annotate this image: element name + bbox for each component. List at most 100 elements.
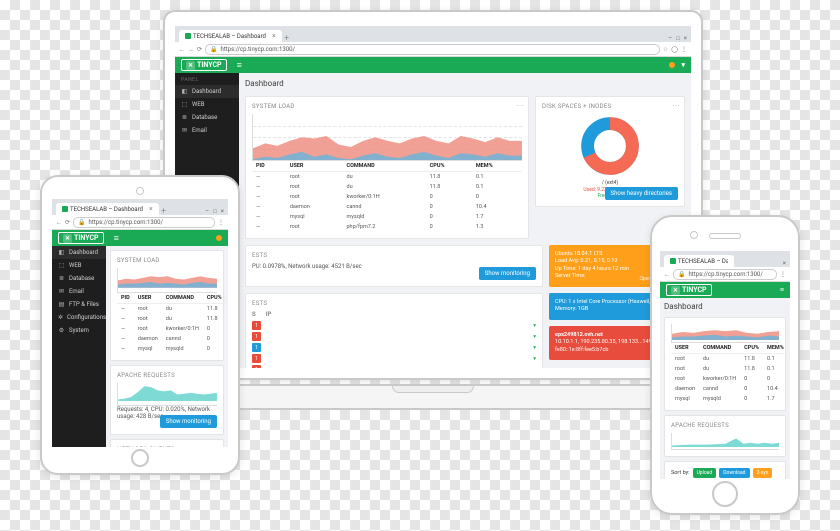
menu-icon[interactable]: ⋮ bbox=[218, 219, 224, 226]
avatar-icon[interactable]: ◯ bbox=[671, 46, 678, 53]
new-tab-button[interactable]: ＋ bbox=[282, 33, 292, 42]
address-bar[interactable]: 🔒 https://cp.tinycp.com:1300/ bbox=[673, 269, 777, 280]
window-close-icon[interactable]: × bbox=[684, 35, 687, 42]
brand-text: TINYCP bbox=[197, 61, 222, 69]
address-bar[interactable]: 🔒 https://cp.tinycp.com:1300/ bbox=[205, 44, 660, 55]
logo-icon: ✕ bbox=[671, 286, 680, 295]
sidebar-item-web[interactable]: ⬚ WEB bbox=[175, 98, 239, 111]
sidebar-item-dashboard[interactable]: ◧Dashboard bbox=[52, 246, 106, 259]
show-monitoring-button[interactable]: Show monitoring bbox=[479, 267, 536, 280]
close-tab-icon[interactable]: × bbox=[149, 205, 153, 213]
card-clients: NETWORK CLIENTS Sort by: Upload Download… bbox=[110, 439, 224, 447]
list-item[interactable]: 1▾ bbox=[252, 354, 536, 363]
reload-icon[interactable]: ⟳ bbox=[197, 46, 202, 53]
th: COMMAND bbox=[342, 161, 425, 172]
close-tab-icon[interactable]: × bbox=[272, 32, 276, 40]
brand-logo[interactable]: ✕ TINYCP bbox=[666, 284, 712, 296]
chevron-right-icon: ▾ bbox=[533, 356, 536, 362]
reload-icon[interactable]: ⟳ bbox=[65, 219, 70, 226]
sidebar-item-config[interactable]: ✲Configurations bbox=[52, 311, 106, 324]
table-row: —daemoncannd010.4 bbox=[252, 202, 522, 212]
list-item[interactable]: 1▾ bbox=[252, 321, 536, 330]
sidebar-item-dashboard[interactable]: ◧ Dashboard bbox=[175, 85, 239, 98]
window-close-icon[interactable]: × bbox=[221, 208, 224, 215]
chevron-right-icon: ▾ bbox=[533, 334, 536, 340]
brand-logo[interactable]: ✕ TINYCP bbox=[181, 59, 227, 71]
table-row: —rootkworker/0:1H00 bbox=[117, 324, 228, 334]
hamburger-icon[interactable]: ≡ bbox=[780, 286, 784, 294]
browser-tab[interactable]: TECHSEALAB – Dashboard bbox=[664, 255, 734, 267]
menu-icon[interactable]: ⋮ bbox=[780, 271, 786, 278]
page-title: Dashboard bbox=[664, 302, 786, 311]
disk-donut-chart bbox=[578, 114, 642, 178]
home-button[interactable] bbox=[131, 449, 149, 467]
sidebar-item-label: Database bbox=[69, 275, 94, 282]
chevron-right-icon: ▾ bbox=[533, 323, 536, 329]
brand-logo[interactable]: ✕ TINYCP bbox=[58, 232, 104, 244]
forward-icon[interactable]: → bbox=[188, 46, 194, 53]
window-close-icon[interactable]: × bbox=[783, 260, 786, 267]
sidebar-item-web[interactable]: ⬚WEB bbox=[52, 259, 106, 272]
tab-title: TECHSEALAB – Dashboard bbox=[193, 33, 266, 40]
sidebar-item-system[interactable]: ⚙System bbox=[52, 324, 106, 337]
card-title: ESTS bbox=[252, 300, 536, 307]
sort-download-button[interactable]: Download bbox=[719, 468, 749, 478]
hamburger-icon[interactable]: ≡ bbox=[114, 233, 119, 244]
sidebar-item-label: WEB bbox=[192, 101, 204, 108]
list-item[interactable]: 1▾ bbox=[252, 365, 536, 368]
sort-2syn-button[interactable]: 2-syn bbox=[753, 468, 773, 478]
sidebar-item-database[interactable]: ≣ Database bbox=[175, 111, 239, 124]
sidebar-item-label: Email bbox=[69, 288, 84, 295]
hamburger-icon[interactable]: ≡ bbox=[237, 60, 242, 71]
sidebar-item-label: Dashboard bbox=[192, 88, 221, 95]
card-title: APACHE REQUESTS bbox=[117, 372, 217, 379]
window-min-icon[interactable]: – bbox=[205, 208, 209, 215]
dashboard-icon: ◧ bbox=[58, 249, 65, 256]
browser-tab[interactable]: TECHSEALAB – Dashboard × bbox=[179, 30, 282, 42]
table-row: —rootkworker/0:1H00 bbox=[252, 192, 522, 202]
table-row: —rootphp/fpm7.201.3 bbox=[252, 222, 522, 232]
url-text: https://cp.tinycp.com:1300/ bbox=[688, 270, 762, 279]
process-table: PIDUSERCOMMANDCPU%MEM% —rootdu11.80.1—ro… bbox=[117, 293, 228, 354]
table-row: rootkworker/0:1H00 bbox=[671, 374, 788, 384]
card-menu-icon[interactable]: ⋯ bbox=[516, 101, 524, 110]
window-max-icon[interactable]: □ bbox=[213, 208, 217, 215]
back-icon[interactable]: ← bbox=[179, 46, 185, 53]
notification-icon[interactable] bbox=[216, 235, 222, 241]
page-title: Dashboard bbox=[245, 79, 685, 88]
sidebar-item-email[interactable]: ✉ Email bbox=[52, 285, 106, 298]
list-item[interactable]: 1▾ bbox=[252, 343, 536, 352]
card-disk: ⋯ DISK SPACES + INODES / (e bbox=[535, 96, 685, 207]
email-icon: ✉ bbox=[181, 127, 188, 134]
new-tab-button[interactable]: ＋ bbox=[159, 206, 169, 215]
address-bar[interactable]: 🔒 https://cp.tinycp.com:1300/ bbox=[73, 217, 215, 228]
sort-upload-button[interactable]: Upload bbox=[693, 468, 717, 478]
back-icon[interactable]: ← bbox=[56, 219, 62, 226]
status-badge: 1 bbox=[252, 321, 261, 330]
window-min-icon[interactable]: – bbox=[668, 35, 672, 42]
sidebar-item-email[interactable]: ✉ Email bbox=[175, 124, 239, 137]
show-monitoring-button[interactable]: Show monitoring bbox=[160, 415, 217, 428]
sidebar: ◧Dashboard ⬚WEB ≣Database ✉ Email ▤FTP & … bbox=[52, 246, 106, 447]
show-heavy-dirs-button[interactable]: Show heavy directories bbox=[605, 187, 678, 200]
home-button[interactable] bbox=[712, 481, 738, 507]
sidebar-item-ftp[interactable]: ▤FTP & Files bbox=[52, 298, 106, 311]
menu-icon[interactable]: ⋮ bbox=[681, 46, 687, 53]
user-menu-icon[interactable]: ▾ bbox=[681, 61, 685, 69]
back-icon[interactable]: ← bbox=[664, 271, 670, 278]
url-text: https://cp.tinycp.com:1300/ bbox=[221, 45, 295, 54]
database-icon: ≣ bbox=[181, 114, 188, 121]
notification-icon[interactable] bbox=[669, 62, 675, 68]
window-max-icon[interactable]: □ bbox=[676, 35, 680, 42]
bookmark-icon[interactable]: ☆ bbox=[663, 46, 668, 53]
browser-tab[interactable]: TECHSEALAB – Dashboard × bbox=[56, 203, 159, 215]
status-badge: 1 bbox=[252, 354, 261, 363]
card-title: DISK SPACES + INODES bbox=[542, 103, 678, 110]
sort-label: Sort by: bbox=[671, 470, 690, 476]
list-item[interactable]: 1▾ bbox=[252, 332, 536, 341]
card-system-load: SYSTEM LOAD PIDUSERCOMMANDCPU%MEM% bbox=[110, 250, 224, 361]
card-menu-icon[interactable]: ⋯ bbox=[672, 101, 680, 110]
sidebar-item-database[interactable]: ≣Database bbox=[52, 272, 106, 285]
email-icon: ✉ bbox=[58, 288, 65, 295]
card-title: NETWORK CLIENTS bbox=[117, 446, 217, 447]
